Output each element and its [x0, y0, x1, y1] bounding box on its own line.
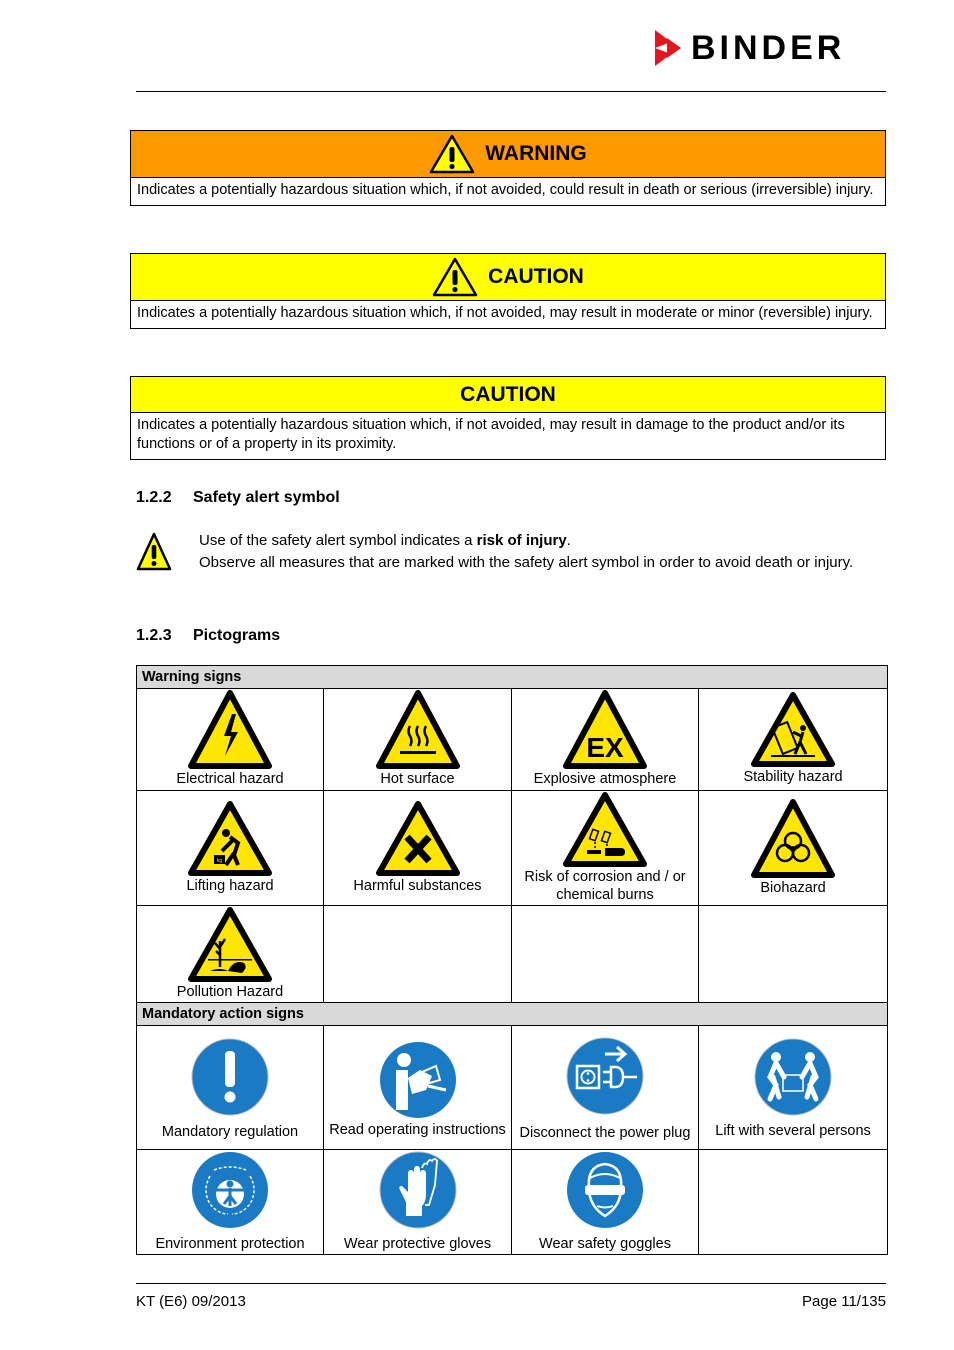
mandatory-exclamation-icon [191, 1038, 269, 1115]
pictogram-label: Wear protective gloves [343, 1236, 492, 1252]
pictogram-label: Wear safety goggles [539, 1236, 671, 1252]
caution-property-description: Indicates a potentially hazardous situat… [137, 417, 845, 452]
pictogram-label: Explosive atmosphere [533, 771, 677, 787]
line1-prefix: Use of the safety alert symbol indicates… [199, 532, 477, 549]
electrical-hazard-icon [188, 690, 272, 769]
pictogram-cell: Lift with several persons [697, 1025, 889, 1150]
pictogram-cell: Read operating instructions [323, 1025, 512, 1150]
caution-property-box: CAUTION Indicates a potentially hazardou… [130, 376, 886, 460]
pictogram-label: Mandatory regulation [161, 1123, 299, 1140]
stability-hazard-icon [751, 692, 836, 767]
empty-cell [697, 905, 889, 1003]
caution-injury-description: Indicates a potentially hazardous situat… [137, 305, 873, 321]
disconnect-plug-icon [566, 1037, 644, 1114]
pictogram-cell: Disconnect the power plug [511, 1025, 699, 1150]
pictogram-label: Disconnect the power plug [519, 1124, 691, 1141]
safety-alert-line-1: Use of the safety alert symbol indicates… [199, 530, 879, 551]
pictogram-cell: Harmful substances [323, 790, 512, 906]
caution-property-title: CAUTION [460, 382, 556, 406]
caution-property-header: CAUTION [131, 377, 885, 413]
svg-text:kg: kg [217, 858, 223, 864]
section-heading-pictograms: 1.2.3 Pictograms [136, 627, 280, 645]
pictogram-label: Stability hazard [743, 769, 843, 785]
pictogram-cell: Biohazard [697, 790, 889, 906]
pictogram-cell: EX Explosive atmosphere [511, 688, 699, 791]
section-title: Safety alert symbol [193, 489, 340, 506]
section-number: 1.2.3 [136, 627, 172, 644]
warning-description: Indicates a potentially hazardous situat… [137, 182, 874, 198]
line1-suffix: . [566, 532, 571, 549]
pictogram-cell: Risk of corrosion and / or chemical burn… [511, 790, 699, 906]
pictogram-cell: Wear protective gloves [323, 1149, 512, 1255]
pollution-hazard-icon [188, 906, 272, 982]
empty-cell [697, 1149, 889, 1255]
mandatory-signs-header: Mandatory action signs [135, 1002, 889, 1026]
warning-box: WARNING Indicates a potentially hazardou… [130, 130, 886, 206]
biohazard-icon [751, 798, 836, 878]
section-heading-safety-alert: 1.2.2 Safety alert symbol [136, 489, 340, 507]
environment-protection-icon [192, 1152, 268, 1228]
warning-signs-header: Warning signs [135, 665, 889, 689]
safety-alert-text: Use of the safety alert symbol indicates… [199, 530, 879, 574]
pictogram-cell: Mandatory regulation [136, 1025, 324, 1150]
footer-divider [136, 1283, 886, 1284]
protective-gloves-icon [379, 1151, 456, 1229]
explosive-atmosphere-icon: EX [563, 690, 647, 769]
pictogram-label: Harmful substances [353, 877, 482, 894]
caution-injury-box: CAUTION Indicates a potentially hazardou… [130, 253, 886, 329]
pictograms-table: Warning signs Electrical hazard Hot surf… [135, 665, 889, 1255]
pictogram-label: Read operating instructions [329, 1122, 506, 1138]
warning-triangle-icon [430, 134, 475, 174]
pictogram-cell: Environment protection [136, 1149, 324, 1255]
svg-text:EX: EX [586, 732, 624, 763]
lifting-hazard-icon: kg [188, 800, 272, 876]
header-divider [136, 91, 886, 92]
page-number: Page 11/135 [802, 1293, 886, 1310]
safety-alert-line-2: Observe all measures that are marked wit… [199, 554, 854, 571]
warning-triangle-icon [432, 257, 478, 297]
document-code: KT (E6) 09/2013 [136, 1293, 246, 1310]
lift-several-persons-icon [754, 1038, 832, 1116]
pictogram-label: Environment protection [155, 1236, 305, 1252]
pictogram-cell: Stability hazard [697, 688, 889, 791]
binder-logo-arrow-icon [655, 30, 681, 66]
section-number: 1.2.2 [136, 489, 172, 506]
warning-title: WARNING [485, 142, 587, 165]
pictogram-cell: kg Lifting hazard [136, 790, 324, 906]
pictogram-cell: Pollution Hazard [136, 905, 324, 1003]
harmful-substances-icon [375, 800, 460, 876]
safety-alert-triangle-icon [136, 532, 172, 571]
caution-injury-title: CAUTION [488, 265, 584, 288]
empty-cell [323, 905, 512, 1003]
pictogram-label: Risk of corrosion and / or chemical burn… [524, 868, 686, 903]
risk-of-injury-emphasis: risk of injury [476, 532, 567, 549]
pictogram-label: Electrical hazard [176, 771, 284, 787]
hot-surface-icon [375, 690, 460, 769]
pictogram-cell: Hot surface [323, 688, 512, 791]
pictogram-label: Biohazard [760, 879, 826, 896]
pictogram-label: Pollution Hazard [176, 983, 284, 1000]
read-instructions-icon [379, 1042, 456, 1118]
pictogram-label: Hot surface [380, 771, 455, 787]
pictogram-label: Lifting hazard [186, 877, 274, 894]
corrosion-icon [563, 791, 647, 867]
section-title: Pictograms [193, 627, 281, 644]
empty-cell [511, 905, 699, 1003]
brand-name: BINDER [691, 29, 846, 67]
binder-logo: BINDER [655, 30, 845, 66]
safety-goggles-icon [567, 1152, 643, 1228]
pictogram-cell: Electrical hazard [136, 688, 324, 791]
pictogram-cell: Wear safety goggles [511, 1149, 699, 1255]
caution-injury-header: CAUTION [131, 254, 885, 301]
pictogram-label: Lift with several persons [715, 1123, 871, 1139]
warning-header: WARNING [131, 131, 885, 178]
